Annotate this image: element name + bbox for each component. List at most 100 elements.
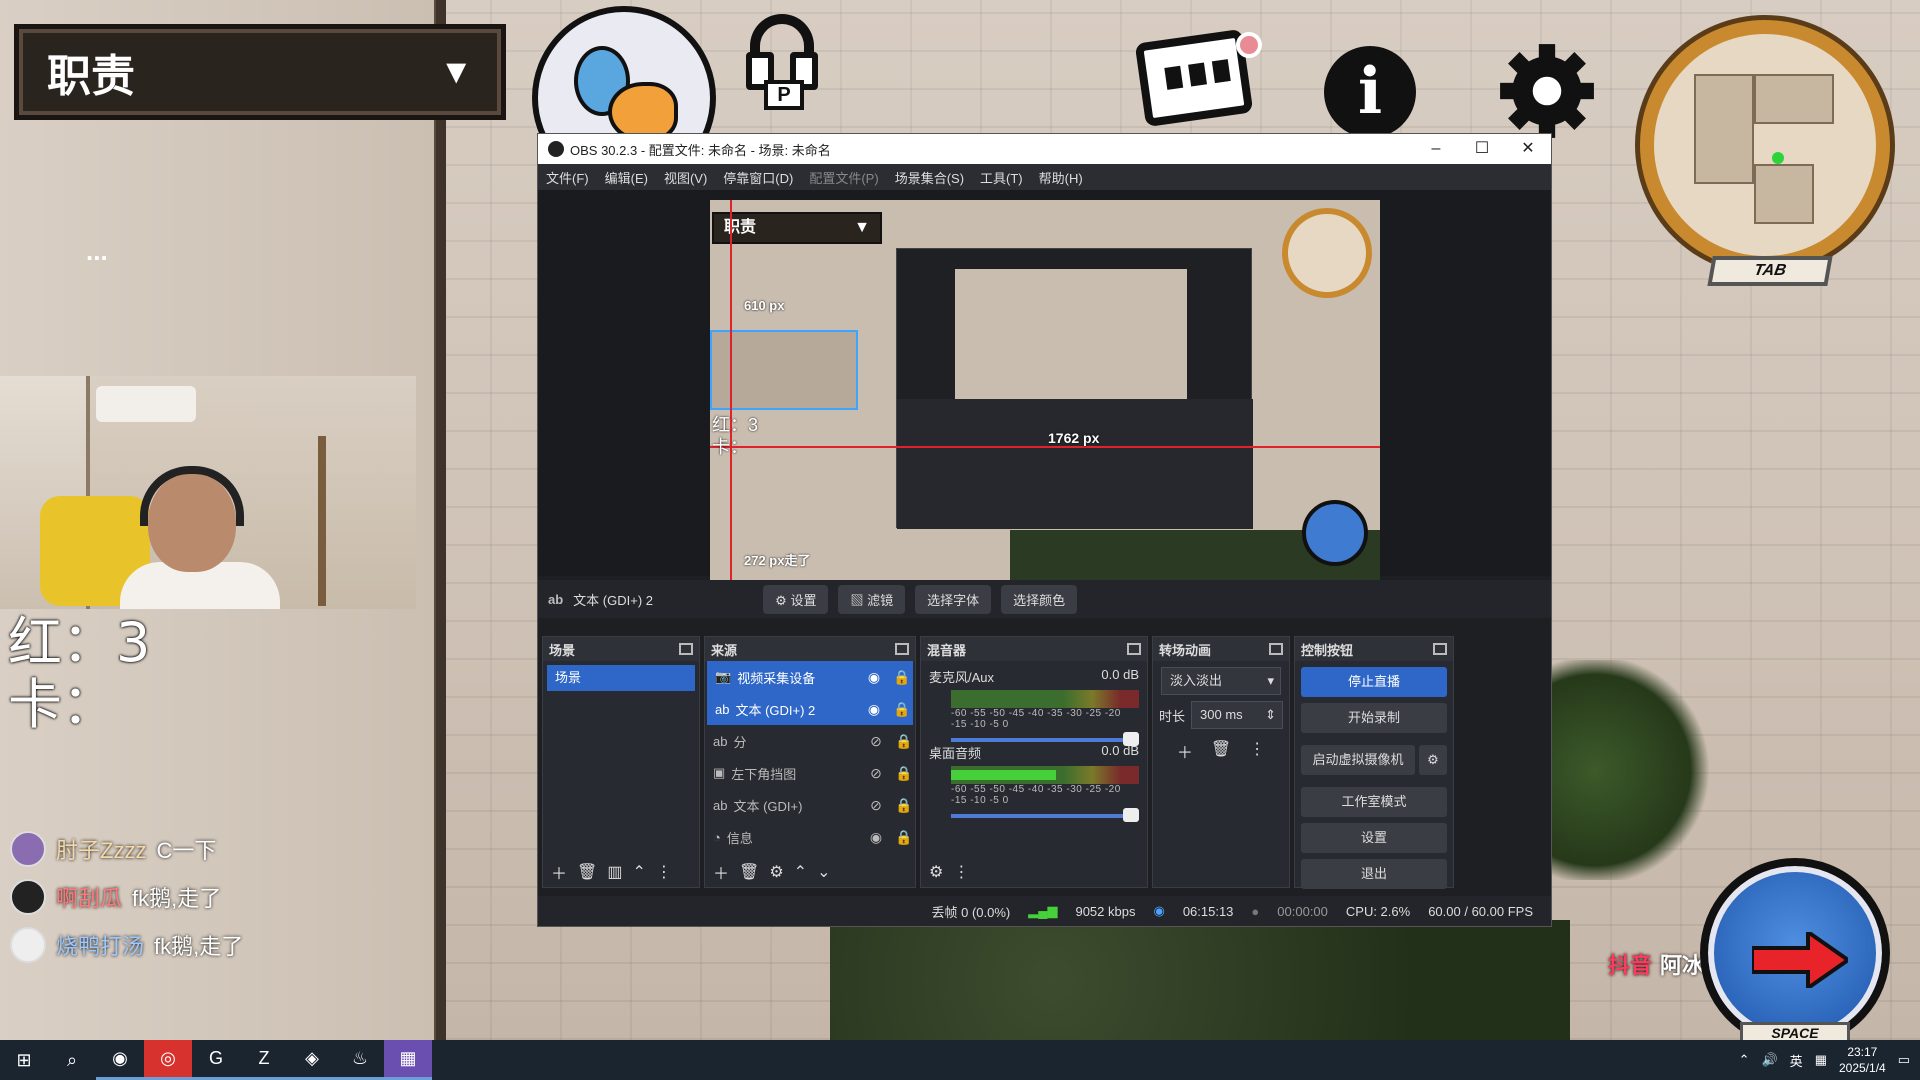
stream-overlay-text: 红：3 卡： [8, 612, 150, 736]
role-dropdown[interactable]: 职责 ▼ [14, 24, 506, 120]
source-item[interactable]: ◔ 信息 ◉ 🔒 [705, 821, 915, 853]
live-time: 06:15:13 [1182, 903, 1234, 919]
maximize-button[interactable]: ☐ [1459, 134, 1505, 164]
more-icon[interactable]: ⋮ [953, 862, 969, 882]
chevron-up-icon[interactable]: ⌃ [1739, 1052, 1750, 1068]
undock-icon[interactable] [1433, 643, 1447, 655]
mixer-channel: 桌面音频 0.0 dB -60 -55 -50 -45 -40 -35 -30 … [921, 737, 1147, 822]
add-icon[interactable]: ＋ [551, 860, 567, 884]
source-item[interactable]: 📷 视频采集设备 ◉ 🔒 [707, 661, 913, 693]
douyin-brand: 抖音 [1608, 953, 1653, 978]
eye-off-icon[interactable]: ⊘ [865, 765, 887, 782]
menu-edit[interactable]: 编辑(E) [605, 168, 648, 187]
headphone-icon[interactable] [746, 14, 818, 90]
volume-slider[interactable] [951, 732, 1139, 746]
menu-tools[interactable]: 工具(T) [980, 168, 1023, 187]
move-up-icon[interactable]: ⌃ [794, 862, 807, 882]
lock-icon[interactable]: 🔒 [893, 733, 915, 750]
advanced-audio-icon[interactable]: ⚙ [929, 862, 943, 882]
add-icon[interactable]: ＋ [713, 860, 729, 884]
obs-taskbar-icon[interactable]: ◉ [96, 1040, 144, 1080]
trash-icon[interactable]: 🗑 [739, 862, 759, 882]
stream-preview[interactable]: 职责 ▼ 610 px 1762 px 272 px走了 红：3 卡： [710, 200, 1380, 580]
gear-icon[interactable]: ⚙ [1419, 745, 1447, 775]
preview-text-source[interactable]: 红：3 卡： [712, 414, 758, 458]
transition-select[interactable]: 淡入淡出 ▾ [1161, 667, 1281, 695]
lock-icon[interactable]: 🔒 [891, 701, 913, 718]
menu-file[interactable]: 文件(F) [546, 168, 589, 187]
game-launcher-icon[interactable]: ◈ [288, 1040, 336, 1080]
gear-icon[interactable]: ⚙ [769, 862, 783, 882]
eye-icon[interactable]: ◉ [863, 669, 885, 686]
lock-icon[interactable]: 🔒 [893, 765, 915, 782]
notification-icon[interactable]: ▭ [1898, 1052, 1910, 1068]
undock-icon[interactable] [1269, 643, 1283, 655]
volume-slider[interactable] [951, 808, 1139, 822]
chrome-icon[interactable]: G [192, 1040, 240, 1080]
close-button[interactable]: ✕ [1505, 134, 1551, 164]
volume-meter [951, 690, 1139, 708]
move-down-icon[interactable]: ⌄ [817, 862, 830, 882]
menu-profile[interactable]: 配置文件(P) [809, 168, 878, 187]
eye-icon[interactable]: ◉ [863, 701, 885, 718]
obs-titlebar[interactable]: OBS 30.2.3 - 配置文件: 未命名 - 场景: 未命名 – ☐ ✕ [538, 134, 1551, 164]
spinner-icon[interactable]: ⇕ [1265, 702, 1276, 728]
menu-scene-collection[interactable]: 场景集合(S) [895, 168, 964, 187]
undock-icon[interactable] [895, 643, 909, 655]
source-item[interactable]: ab 文本 (GDI+) 2 ◉ 🔒 [707, 693, 913, 725]
undock-icon[interactable] [1127, 643, 1141, 655]
menu-view[interactable]: 视图(V) [664, 168, 707, 187]
more-icon[interactable]: ⋮ [1249, 739, 1265, 763]
record-icon: ● [1251, 903, 1260, 919]
source-item[interactable]: ab 文本 (GDI+) ⊘ 🔒 [705, 789, 915, 821]
preview-webcam-source[interactable] [710, 330, 858, 410]
filters-button[interactable]: ▧ 滤镜 [838, 584, 906, 614]
keyboard-layout-icon[interactable]: ▦ [1815, 1052, 1827, 1068]
undock-icon[interactable] [679, 643, 693, 655]
studio-mode-button[interactable]: 工作室模式 [1301, 787, 1447, 817]
source-item[interactable]: ▣ 左下角挡图 ⊘ 🔒 [705, 757, 915, 789]
z-app-icon[interactable]: Z [240, 1040, 288, 1080]
minimap[interactable] [1640, 20, 1890, 270]
eye-off-icon[interactable]: ⊘ [865, 797, 887, 814]
lock-icon[interactable]: 🔒 [893, 797, 915, 814]
virtual-camera-button[interactable]: 启动虚拟摄像机 [1301, 745, 1415, 775]
netease-music-icon[interactable]: ◎ [144, 1040, 192, 1080]
choose-color-button[interactable]: 选择颜色 [1001, 584, 1078, 614]
more-icon[interactable]: ⋮ [656, 862, 672, 882]
eye-off-icon[interactable]: ⊘ [865, 733, 887, 750]
menu-help[interactable]: 帮助(H) [1039, 168, 1083, 187]
goose-game-icon[interactable]: ▦ [384, 1040, 432, 1080]
dock-title: 来源 [711, 642, 738, 658]
exit-button[interactable]: 退出 [1301, 859, 1447, 889]
info-icon[interactable]: i [1324, 46, 1416, 138]
choose-font-button[interactable]: 选择字体 [915, 584, 992, 614]
sprint-button[interactable] [1700, 858, 1890, 1048]
start-recording-button[interactable]: 开始录制 [1301, 703, 1447, 733]
settings-button[interactable]: ⚙ 设置 [763, 584, 829, 614]
filter-icon[interactable]: ▥ [607, 862, 622, 882]
source-item[interactable]: ab 分 ⊘ 🔒 [705, 725, 915, 757]
eye-icon[interactable]: ◉ [865, 829, 887, 846]
stop-stream-button[interactable]: 停止直播 [1301, 667, 1447, 697]
duration-spinbox[interactable]: 300 ms ⇕ [1191, 701, 1283, 729]
volume-icon[interactable]: 🔊 [1761, 1052, 1777, 1068]
search-icon[interactable]: ⌕ [48, 1040, 96, 1080]
lock-icon[interactable]: 🔒 [891, 669, 913, 686]
steam-icon[interactable]: ♨ [336, 1040, 384, 1080]
meter-scale: -60 -55 -50 -45 -40 -35 -30 -25 -20 -15 … [951, 708, 1121, 730]
trash-icon[interactable]: 🗑 [1211, 739, 1231, 763]
clock[interactable]: 23:17 2025/1/4 [1839, 1044, 1886, 1076]
input-method[interactable]: 英 [1790, 1051, 1803, 1070]
add-icon[interactable]: ＋ [1177, 739, 1193, 763]
gear-icon[interactable] [1496, 40, 1598, 142]
settings-button[interactable]: 设置 [1301, 823, 1447, 853]
minimize-button[interactable]: – [1413, 134, 1459, 164]
lock-icon[interactable]: 🔒 [893, 829, 915, 846]
trash-icon[interactable]: 🗑 [577, 862, 597, 882]
move-up-icon[interactable]: ⌃ [632, 862, 645, 882]
menu-docks[interactable]: 停靠窗口(D) [723, 168, 793, 187]
text-source-icon: ab [548, 591, 564, 607]
windows-start-icon[interactable]: ⊞ [0, 1040, 48, 1080]
scene-list-item[interactable]: 场景 [547, 665, 695, 691]
